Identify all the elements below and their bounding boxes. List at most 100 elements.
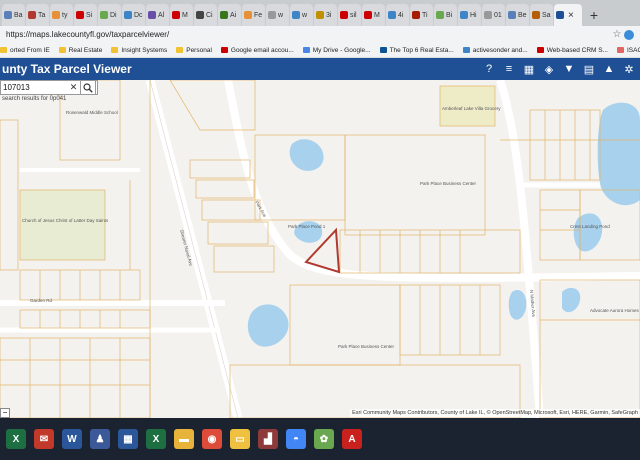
new-tab-button[interactable]: + — [586, 4, 602, 26]
park-area — [20, 190, 105, 260]
bookmark-item[interactable]: My Drive - Google... — [302, 46, 371, 54]
browser-tab[interactable]: Al — [146, 4, 169, 26]
mail-icon[interactable]: ✉ — [34, 429, 54, 449]
tab-label: Sa — [542, 11, 551, 19]
tab-label: Ta — [38, 11, 46, 19]
bookmark-item[interactable]: The Top 6 Real Esta... — [379, 46, 454, 54]
bookmark-label: Real Estate — [68, 46, 103, 54]
tab-label: Bi — [446, 11, 453, 19]
browser-tab[interactable]: Ci — [194, 4, 217, 26]
tab-label: 01 — [494, 11, 502, 19]
browser-tab[interactable]: Ta — [26, 4, 49, 26]
tab-label: w — [278, 11, 284, 19]
tab-favicon-icon — [532, 11, 540, 19]
storage-icon[interactable]: ◓ — [286, 429, 306, 449]
bookmark-item[interactable]: Google email accou... — [220, 46, 294, 54]
app-icon[interactable]: ✿ — [314, 429, 334, 449]
bookmark-item[interactable]: ISACF Contact - Lo... — [617, 47, 640, 54]
screen: { "browser": { "tabs": [ {"label":"Ba","… — [0, 0, 640, 460]
browser-tab[interactable]: Fe — [242, 4, 265, 26]
layers-icon[interactable]: ◈ — [540, 60, 558, 78]
bookmark-item[interactable]: Insight Systems — [111, 47, 167, 54]
browser-tab[interactable]: M — [170, 4, 193, 26]
url-field[interactable]: https://maps.lakecountyfl.gov/taxparcelv… — [6, 30, 610, 39]
close-tab-icon[interactable]: × — [568, 10, 574, 21]
bookmark-item[interactable]: Web-based CRM S... — [536, 46, 608, 54]
browser-tab[interactable]: Di — [98, 4, 121, 26]
browser-tab[interactable]: Si — [74, 4, 97, 26]
tab-label: M — [182, 11, 188, 19]
parcel-map[interactable]: Rosenwald Middle School Church of Jesus … — [0, 80, 640, 418]
list-icon[interactable]: ≡ — [500, 60, 518, 78]
filter-icon[interactable]: ▼ — [560, 60, 578, 78]
browser-tab[interactable]: 3i — [314, 4, 337, 26]
chrome-icon[interactable]: ◉ — [202, 429, 222, 449]
tab-favicon-icon — [436, 11, 444, 19]
address-bar[interactable]: https://maps.lakecountyfl.gov/taxparcelv… — [0, 26, 640, 43]
bookmark-item[interactable]: Personal — [176, 47, 212, 54]
app-header: unty Tax Parcel Viewer ? ≡ ▦ ◈ ▼ ▤ ▲ ✲ — [0, 58, 640, 80]
bookmark-label: The Top 6 Real Esta... — [389, 46, 454, 54]
browser-tab[interactable]: w — [290, 4, 313, 26]
tab-favicon-icon — [508, 11, 516, 19]
pdf-icon[interactable]: A — [342, 429, 362, 449]
browser-tab[interactable]: sil — [338, 4, 361, 26]
map-label: Park Place Business Center — [338, 344, 395, 349]
browser-tab[interactable]: Ai — [218, 4, 241, 26]
bookmark-star-icon[interactable]: ☆ — [610, 29, 624, 40]
bookmark-label: My Drive - Google... — [312, 46, 371, 54]
explorer-icon[interactable]: ▭ — [230, 429, 250, 449]
browser-tab[interactable]: Ti — [410, 4, 433, 26]
browser-tab[interactable]: 01 — [482, 4, 505, 26]
folder-icon[interactable]: ▬ — [174, 429, 194, 449]
bookmark-item[interactable]: orted From IE — [0, 47, 50, 54]
app-title: unty Tax Parcel Viewer — [2, 62, 132, 76]
browser-tab[interactable]: Be — [506, 4, 529, 26]
bookmark-icon — [379, 47, 387, 53]
tab-label: Ba — [14, 11, 23, 19]
bookmark-item[interactable]: activesonder and... — [462, 47, 528, 54]
calc-icon[interactable]: ▦ — [118, 429, 138, 449]
education-icon[interactable]: ▲ — [600, 60, 618, 78]
bookmark-label: Google email accou... — [230, 46, 294, 54]
bookmark-icon — [111, 47, 119, 53]
map-label: Park Place Business Center — [420, 181, 477, 186]
tab-favicon-icon — [244, 11, 252, 19]
tab-label: Be — [518, 11, 527, 19]
grid-icon[interactable]: ▦ — [520, 60, 538, 78]
tab-favicon-icon — [268, 11, 276, 19]
chart-icon[interactable]: ▟ — [258, 429, 278, 449]
profile-icon[interactable] — [624, 29, 634, 40]
tab-label: 4i — [398, 11, 404, 19]
browser-tab[interactable]: Sa — [530, 4, 553, 26]
browser-tab[interactable]: w — [266, 4, 289, 26]
sheet-icon[interactable]: X — [146, 429, 166, 449]
table-icon[interactable]: ▤ — [580, 60, 598, 78]
tab-favicon-icon — [220, 11, 228, 19]
bookmark-item[interactable]: Real Estate — [58, 46, 103, 54]
search-button[interactable] — [80, 80, 96, 95]
browser-tab[interactable]: Bi — [434, 4, 457, 26]
browser-tab-active[interactable]: × — [554, 4, 582, 26]
browser-tab[interactable]: Dc — [122, 4, 145, 26]
bookmark-label: ISACF Contact - Lo... — [627, 46, 640, 54]
tab-favicon-icon — [52, 11, 60, 19]
excel-icon[interactable]: X — [6, 429, 26, 449]
bookmark-label: Web-based CRM S... — [546, 46, 608, 54]
zoom-out-button[interactable]: − — [0, 408, 10, 418]
settings-icon[interactable]: ✲ — [620, 60, 638, 78]
tab-favicon-icon — [172, 11, 180, 19]
browser-tab[interactable]: M — [362, 4, 385, 26]
browser-tab[interactable]: Ba — [2, 4, 25, 26]
bookmarks-bar: orted From IE Real Estate Insight Systems P… — [0, 43, 640, 58]
word-icon[interactable]: W — [62, 429, 82, 449]
help-icon[interactable]: ? — [480, 60, 498, 78]
people-icon[interactable]: ♟ — [90, 429, 110, 449]
browser-tab[interactable]: 4i — [386, 4, 409, 26]
browser-tab[interactable]: ty — [50, 4, 73, 26]
browser-tab[interactable]: Hi — [458, 4, 481, 26]
search-input[interactable]: 107013 — [1, 83, 68, 92]
tab-label: Al — [158, 11, 165, 19]
bookmark-icon — [0, 47, 7, 53]
clear-search-icon[interactable]: ✕ — [68, 82, 79, 93]
